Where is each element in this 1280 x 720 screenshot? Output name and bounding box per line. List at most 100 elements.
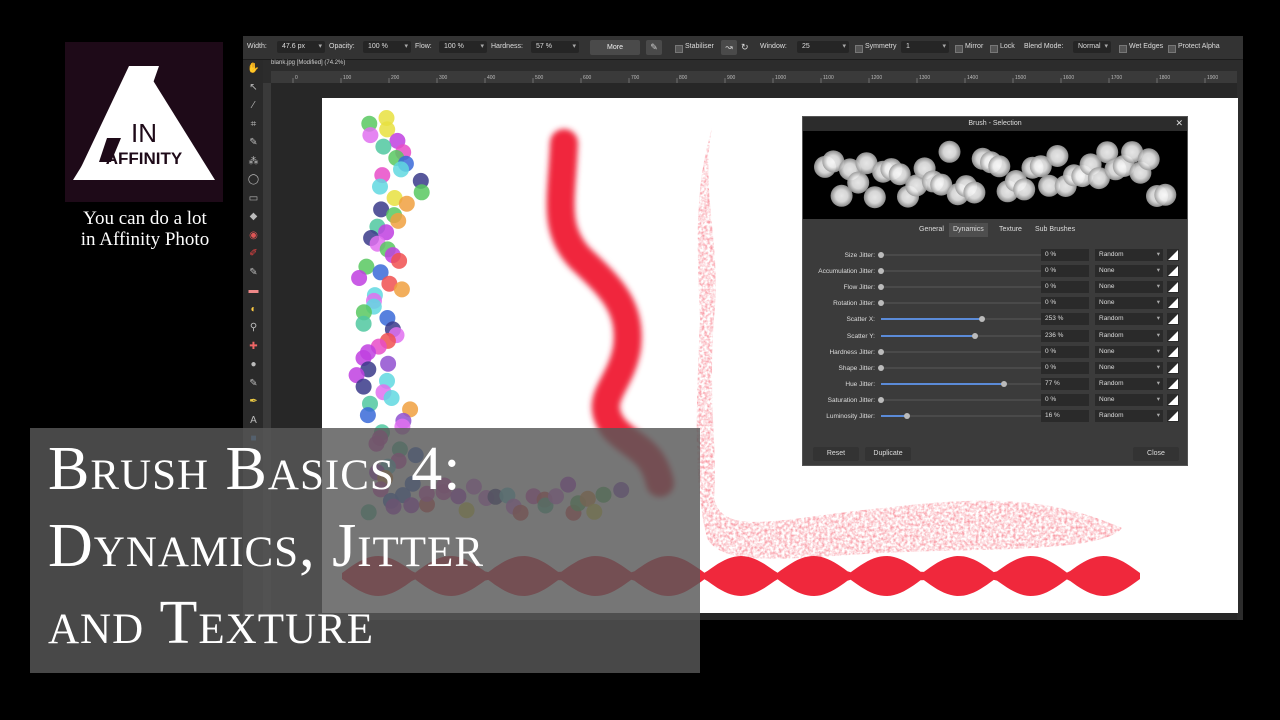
symmetry-field[interactable]: 1 [901,41,949,53]
pressure-curve-icon[interactable] [1167,329,1179,342]
slider-knob[interactable] [878,252,884,258]
jitter-mode-dropdown[interactable]: None [1095,297,1163,310]
selection-brush-tool-icon[interactable]: ✎ [247,136,260,149]
pen-tool-icon[interactable]: ✒ [247,395,260,408]
clone-tool-icon[interactable]: ⚲ [247,321,260,334]
pressure-curve-icon[interactable] [1167,345,1179,358]
rope-mode-icon[interactable]: ↝ [721,40,737,55]
jitter-slider[interactable] [878,268,1041,275]
slider-knob[interactable] [978,316,985,323]
jitter-value-field[interactable]: 16 % [1041,410,1089,422]
hardness-field[interactable]: 57 % [531,41,579,53]
duplicate-button[interactable]: Duplicate [865,447,911,461]
burn-tool-icon[interactable]: ✎ [247,377,260,390]
jitter-slider[interactable] [881,316,1041,323]
paint-brush-tool-icon[interactable]: ✐ [247,247,260,260]
marquee-tool-icon[interactable]: ▭ [247,192,260,205]
erase-tool-icon[interactable]: ▬ [247,284,260,297]
hand-tool-icon[interactable]: ✋ [247,62,260,75]
pressure-curve-icon[interactable] [1167,361,1179,374]
jitter-value-field[interactable]: 0 % [1041,265,1089,278]
move-tool-icon[interactable]: ↖ [247,81,260,94]
pressure-curve-icon[interactable] [1167,249,1179,261]
jitter-value-field[interactable]: 0 % [1041,361,1089,374]
reset-button[interactable]: Reset [813,447,859,461]
jitter-mode-dropdown[interactable]: Random [1095,410,1163,422]
stabiliser-checkbox[interactable] [675,45,683,53]
pressure-curve-icon[interactable] [1167,393,1179,406]
slider-knob[interactable] [972,332,979,339]
jitter-value-field[interactable]: 0 % [1041,249,1089,261]
jitter-mode-dropdown[interactable]: Random [1095,313,1163,326]
color-picker-tool-icon[interactable]: ⁄ [247,99,260,112]
tab-general[interactable]: General [915,223,948,237]
close-icon[interactable]: ✕ [1175,118,1183,129]
window-mode-icon[interactable]: ↻ [741,42,749,53]
jitter-mode-dropdown[interactable]: None [1095,393,1163,406]
symmetry-checkbox[interactable] [855,45,863,53]
wet-edges-checkbox[interactable] [1119,45,1127,53]
slider-knob[interactable] [878,268,884,275]
tab-sub-brushes[interactable]: Sub Brushes [1031,223,1079,237]
jitter-mode-dropdown[interactable]: None [1095,345,1163,358]
opacity-field[interactable]: 100 % [363,41,411,53]
more-button[interactable]: More [590,40,640,55]
jitter-value-field[interactable]: 0 % [1041,345,1089,358]
document-tab[interactable]: blank.jpg [Modified] (74.2%) [271,60,345,66]
pressure-curve-icon[interactable] [1167,297,1179,310]
jitter-value-field[interactable]: 253 % [1041,313,1089,326]
jitter-mode-dropdown[interactable]: Random [1095,377,1163,390]
blend-mode-dropdown[interactable]: Normal [1073,41,1111,53]
jitter-mode-dropdown[interactable]: Random [1095,249,1163,261]
jitter-slider[interactable] [878,300,1041,307]
jitter-value-field[interactable]: 0 % [1041,281,1089,294]
mirror-checkbox[interactable] [955,45,963,53]
jitter-slider[interactable] [878,252,1041,258]
fill-tool-icon[interactable]: ◆ [247,210,260,223]
slider-knob[interactable] [878,348,884,355]
color-wheel-icon[interactable]: ◉ [247,229,260,242]
pressure-curve-icon[interactable] [1167,265,1179,278]
jitter-slider[interactable] [878,348,1041,355]
jitter-slider[interactable] [878,396,1041,403]
jitter-mode-dropdown[interactable]: None [1095,281,1163,294]
healing-tool-icon[interactable]: ✚ [247,340,260,353]
dodge-tool-icon[interactable]: ◐ [247,303,260,316]
jitter-value-field[interactable]: 0 % [1041,393,1089,406]
pressure-curve-icon[interactable] [1167,410,1179,422]
pixel-tool-icon[interactable]: ✎ [247,266,260,279]
slider-knob[interactable] [878,284,884,291]
crop-tool-icon[interactable]: ⌗ [247,118,260,131]
jitter-value-field[interactable]: 77 % [1041,377,1089,390]
slider-knob[interactable] [878,364,884,371]
force-pressure-icon[interactable]: ✎ [646,40,662,55]
lock-checkbox[interactable] [990,45,998,53]
protect-alpha-checkbox[interactable] [1168,45,1176,53]
jitter-value-field[interactable]: 0 % [1041,297,1089,310]
close-button[interactable]: Close [1133,447,1179,461]
slider-knob[interactable] [878,300,884,307]
pressure-curve-icon[interactable] [1167,313,1179,326]
jitter-value-field[interactable]: 236 % [1041,329,1089,342]
jitter-slider[interactable] [881,413,1041,419]
jitter-slider[interactable] [878,364,1041,371]
freehand-select-tool-icon[interactable]: ◯ [247,173,260,186]
jitter-mode-dropdown[interactable]: None [1095,361,1163,374]
jitter-mode-dropdown[interactable]: None [1095,265,1163,278]
tab-dynamics[interactable]: Dynamics [949,223,988,237]
jitter-slider[interactable] [878,284,1041,291]
jitter-slider[interactable] [881,332,1041,339]
flood-select-tool-icon[interactable]: ⁂ [247,155,260,168]
slider-knob[interactable] [1001,380,1008,387]
tab-texture[interactable]: Texture [995,223,1026,237]
text-tool-icon[interactable]: A [247,414,260,427]
flow-field[interactable]: 100 % [439,41,487,53]
jitter-mode-dropdown[interactable]: Random [1095,329,1163,342]
window-field[interactable]: 25 [797,41,849,53]
blur-tool-icon[interactable]: ● [247,358,260,371]
jitter-slider[interactable] [881,380,1041,387]
pressure-curve-icon[interactable] [1167,281,1179,294]
width-field[interactable]: 47.6 px [277,41,325,53]
slider-knob[interactable] [878,396,884,403]
slider-knob[interactable] [903,413,910,419]
